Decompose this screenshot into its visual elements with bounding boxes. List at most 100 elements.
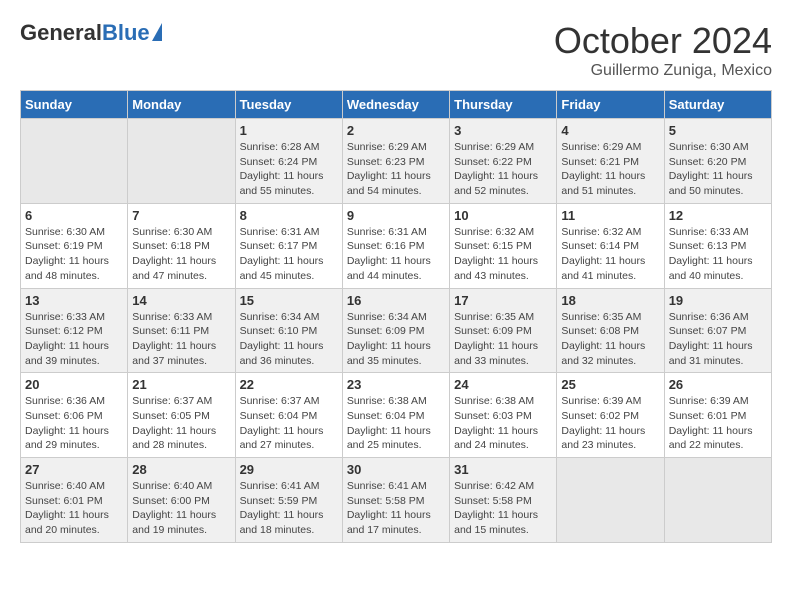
day-number: 23	[347, 377, 445, 392]
day-number: 22	[240, 377, 338, 392]
table-row: 23 Sunrise: 6:38 AMSunset: 6:04 PMDayligh…	[342, 373, 449, 458]
table-row: 11 Sunrise: 6:32 AMSunset: 6:14 PMDayligh…	[557, 203, 664, 288]
table-row: 13 Sunrise: 6:33 AMSunset: 6:12 PMDayligh…	[21, 288, 128, 373]
day-number: 8	[240, 208, 338, 223]
day-info: Sunrise: 6:30 AMSunset: 6:19 PMDaylight:…	[25, 225, 123, 284]
table-row: 20Sunrise: 6:36 AMSunset: 6:06 PMDayligh…	[21, 373, 128, 458]
table-row: 26 Sunrise: 6:39 AMSunset: 6:01 PMDayligh…	[664, 373, 771, 458]
table-row: 25 Sunrise: 6:39 AMSunset: 6:02 PMDayligh…	[557, 373, 664, 458]
table-row	[128, 119, 235, 204]
day-info: Sunrise: 6:29 AMSunset: 6:22 PMDaylight:…	[454, 140, 552, 199]
table-row: 30Sunrise: 6:41 AMSunset: 5:58 PMDayligh…	[342, 458, 449, 543]
day-number: 9	[347, 208, 445, 223]
table-row: 4 Sunrise: 6:29 AMSunset: 6:21 PMDaylight…	[557, 119, 664, 204]
day-number: 27	[25, 462, 123, 477]
table-row: 2 Sunrise: 6:29 AMSunset: 6:23 PMDaylight…	[342, 119, 449, 204]
table-row: 5 Sunrise: 6:30 AMSunset: 6:20 PMDaylight…	[664, 119, 771, 204]
day-info: Sunrise: 6:30 AMSunset: 6:20 PMDaylight:…	[669, 140, 767, 199]
day-info: Sunrise: 6:30 AMSunset: 6:18 PMDaylight:…	[132, 225, 230, 284]
day-info: Sunrise: 6:33 AMSunset: 6:11 PMDaylight:…	[132, 310, 230, 369]
day-number: 24	[454, 377, 552, 392]
table-row: 6Sunrise: 6:30 AMSunset: 6:19 PMDaylight…	[21, 203, 128, 288]
day-info: Sunrise: 6:35 AMSunset: 6:08 PMDaylight:…	[561, 310, 659, 369]
day-info: Sunrise: 6:41 AMSunset: 5:59 PMDaylight:…	[240, 479, 338, 538]
table-row: 10 Sunrise: 6:32 AMSunset: 6:15 PMDayligh…	[450, 203, 557, 288]
day-info: Sunrise: 6:37 AMSunset: 6:04 PMDaylight:…	[240, 394, 338, 453]
table-row: 17 Sunrise: 6:35 AMSunset: 6:09 PMDayligh…	[450, 288, 557, 373]
table-row: 18 Sunrise: 6:35 AMSunset: 6:08 PMDayligh…	[557, 288, 664, 373]
day-info: Sunrise: 6:38 AMSunset: 6:04 PMDaylight:…	[347, 394, 445, 453]
table-row: 28Sunrise: 6:40 AMSunset: 6:00 PMDayligh…	[128, 458, 235, 543]
day-info: Sunrise: 6:31 AMSunset: 6:17 PMDaylight:…	[240, 225, 338, 284]
day-info: Sunrise: 6:32 AMSunset: 6:15 PMDaylight:…	[454, 225, 552, 284]
day-number: 16	[347, 293, 445, 308]
day-info: Sunrise: 6:36 AMSunset: 6:07 PMDaylight:…	[669, 310, 767, 369]
table-row: 19 Sunrise: 6:36 AMSunset: 6:07 PMDayligh…	[664, 288, 771, 373]
day-number: 26	[669, 377, 767, 392]
table-row	[557, 458, 664, 543]
day-number: 17	[454, 293, 552, 308]
day-number: 21	[132, 377, 230, 392]
day-info: Sunrise: 6:29 AMSunset: 6:23 PMDaylight:…	[347, 140, 445, 199]
col-thursday: Thursday	[450, 91, 557, 119]
calendar-week-row: 13 Sunrise: 6:33 AMSunset: 6:12 PMDayligh…	[21, 288, 772, 373]
day-number: 25	[561, 377, 659, 392]
day-number: 7	[132, 208, 230, 223]
day-number: 11	[561, 208, 659, 223]
day-info: Sunrise: 6:33 AMSunset: 6:12 PMDaylight:…	[25, 310, 123, 369]
table-row: 22 Sunrise: 6:37 AMSunset: 6:04 PMDayligh…	[235, 373, 342, 458]
day-number: 5	[669, 123, 767, 138]
table-row	[21, 119, 128, 204]
table-row: 16 Sunrise: 6:34 AMSunset: 6:09 PMDayligh…	[342, 288, 449, 373]
day-info: Sunrise: 6:39 AMSunset: 6:02 PMDaylight:…	[561, 394, 659, 453]
calendar-week-row: 27 Sunrise: 6:40 AMSunset: 6:01 PMDayligh…	[21, 458, 772, 543]
day-number: 19	[669, 293, 767, 308]
day-number: 31	[454, 462, 552, 477]
table-row: 15 Sunrise: 6:34 AMSunset: 6:10 PMDayligh…	[235, 288, 342, 373]
table-row: 24Sunrise: 6:38 AMSunset: 6:03 PMDayligh…	[450, 373, 557, 458]
day-info: Sunrise: 6:41 AMSunset: 5:58 PMDaylight:…	[347, 479, 445, 538]
day-number: 20	[25, 377, 123, 392]
day-info: Sunrise: 6:42 AMSunset: 5:58 PMDaylight:…	[454, 479, 552, 538]
day-number: 29	[240, 462, 338, 477]
day-number: 15	[240, 293, 338, 308]
day-number: 4	[561, 123, 659, 138]
calendar-week-row: 1 Sunrise: 6:28 AMSunset: 6:24 PMDaylight…	[21, 119, 772, 204]
day-info: Sunrise: 6:35 AMSunset: 6:09 PMDaylight:…	[454, 310, 552, 369]
day-info: Sunrise: 6:40 AMSunset: 6:01 PMDaylight:…	[25, 479, 123, 538]
day-number: 3	[454, 123, 552, 138]
day-number: 2	[347, 123, 445, 138]
table-row: 27 Sunrise: 6:40 AMSunset: 6:01 PMDayligh…	[21, 458, 128, 543]
day-info: Sunrise: 6:28 AMSunset: 6:24 PMDaylight:…	[240, 140, 338, 199]
logo: General Blue	[20, 20, 162, 46]
calendar-table: Sunday Monday Tuesday Wednesday Thursday…	[20, 90, 772, 543]
day-info: Sunrise: 6:34 AMSunset: 6:09 PMDaylight:…	[347, 310, 445, 369]
table-row: 1 Sunrise: 6:28 AMSunset: 6:24 PMDaylight…	[235, 119, 342, 204]
day-number: 18	[561, 293, 659, 308]
title-section: October 2024 Guillermo Zuniga, Mexico	[554, 20, 772, 80]
day-number: 13	[25, 293, 123, 308]
col-sunday: Sunday	[21, 91, 128, 119]
location-subtitle: Guillermo Zuniga, Mexico	[554, 62, 772, 80]
logo-icon	[152, 23, 162, 41]
col-saturday: Saturday	[664, 91, 771, 119]
day-info: Sunrise: 6:40 AMSunset: 6:00 PMDaylight:…	[132, 479, 230, 538]
table-row: 21 Sunrise: 6:37 AMSunset: 6:05 PMDayligh…	[128, 373, 235, 458]
day-info: Sunrise: 6:29 AMSunset: 6:21 PMDaylight:…	[561, 140, 659, 199]
day-info: Sunrise: 6:33 AMSunset: 6:13 PMDaylight:…	[669, 225, 767, 284]
table-row: 12Sunrise: 6:33 AMSunset: 6:13 PMDayligh…	[664, 203, 771, 288]
logo-general: General	[20, 20, 102, 46]
page-header: General Blue October 2024 Guillermo Zuni…	[20, 20, 772, 80]
table-row: 8 Sunrise: 6:31 AMSunset: 6:17 PMDaylight…	[235, 203, 342, 288]
day-info: Sunrise: 6:32 AMSunset: 6:14 PMDaylight:…	[561, 225, 659, 284]
day-info: Sunrise: 6:37 AMSunset: 6:05 PMDaylight:…	[132, 394, 230, 453]
col-friday: Friday	[557, 91, 664, 119]
calendar-header-row: Sunday Monday Tuesday Wednesday Thursday…	[21, 91, 772, 119]
day-info: Sunrise: 6:34 AMSunset: 6:10 PMDaylight:…	[240, 310, 338, 369]
day-number: 10	[454, 208, 552, 223]
day-info: Sunrise: 6:39 AMSunset: 6:01 PMDaylight:…	[669, 394, 767, 453]
col-monday: Monday	[128, 91, 235, 119]
col-tuesday: Tuesday	[235, 91, 342, 119]
day-number: 1	[240, 123, 338, 138]
table-row: 3 Sunrise: 6:29 AMSunset: 6:22 PMDaylight…	[450, 119, 557, 204]
